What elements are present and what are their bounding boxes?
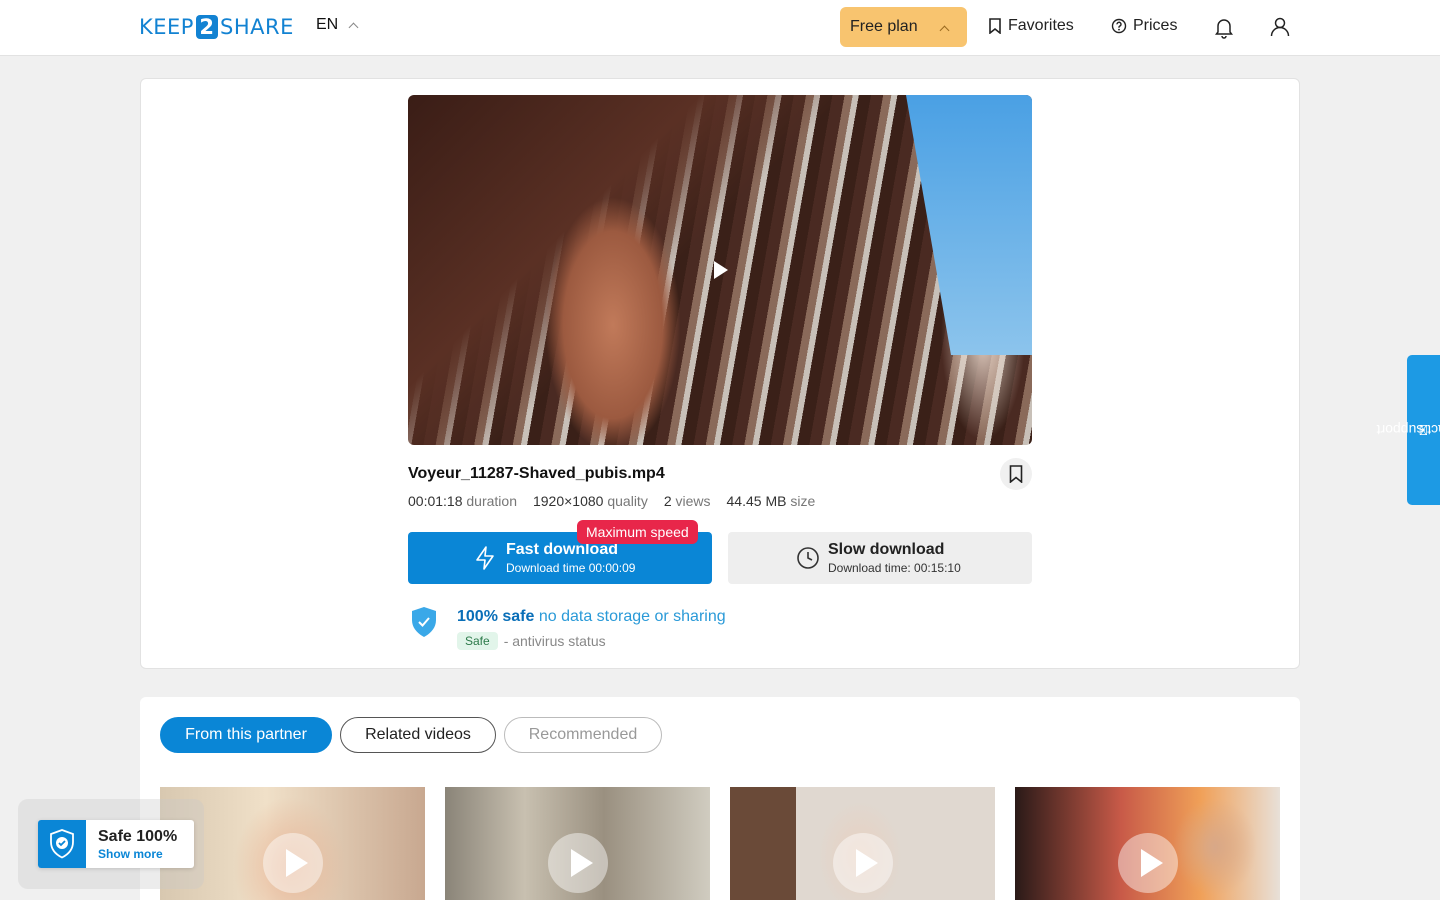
favorites-label: Favorites	[1008, 17, 1074, 34]
video-thumbnail[interactable]	[730, 787, 995, 900]
free-plan-button[interactable]: Free plan	[840, 7, 967, 47]
safety-info: 100% safe no data storage or sharing Saf…	[410, 606, 726, 650]
chevron-up-icon	[348, 22, 359, 32]
safe-subline: no data storage or sharing	[538, 608, 726, 625]
size-label: size	[790, 493, 816, 509]
bell-icon	[1215, 19, 1233, 39]
antivirus-status: Safe - antivirus status	[457, 632, 606, 650]
keep2share-logo[interactable]: KEEP 2 SHARE	[139, 14, 294, 40]
play-circle-icon	[547, 833, 608, 893]
language-label: EN	[316, 16, 339, 33]
safe-badge: Safe	[457, 632, 498, 650]
preview-sky	[906, 95, 1032, 355]
lightning-icon	[476, 546, 494, 570]
meta-quality: 1920×1080 quality	[533, 493, 648, 509]
video-thumbnail[interactable]	[1015, 787, 1280, 900]
antivirus-label: - antivirus status	[503, 633, 606, 649]
language-selector[interactable]: EN	[316, 16, 359, 34]
user-icon	[1270, 17, 1290, 37]
tab-related-videos[interactable]: Related videos	[340, 717, 496, 753]
safe-popup[interactable]: Safe 100% Show more	[38, 820, 194, 868]
duration-value: 00:01:18	[408, 493, 463, 509]
tab-from-this-partner[interactable]: From this partner	[160, 717, 332, 753]
shield-check-icon	[412, 607, 436, 637]
logo-text-right: SHARE	[219, 15, 294, 39]
bookmark-icon	[989, 18, 1001, 34]
bookmark-icon	[1009, 465, 1023, 483]
help-circle-icon	[1111, 18, 1127, 34]
favorites-link[interactable]: Favorites	[988, 17, 1074, 35]
add-to-favorites-button[interactable]	[1000, 458, 1032, 490]
meta-size: 44.45 MB size	[727, 493, 816, 509]
size-value: 44.45 MB	[726, 493, 787, 509]
safety-headline: 100% safe no data storage or sharing	[457, 608, 726, 626]
prices-link[interactable]: Prices	[1111, 17, 1177, 35]
views-value: 2	[663, 493, 672, 509]
slow-download-time: Download time: 00:15:10	[828, 561, 961, 575]
meta-duration: 00:01:18 duration	[408, 493, 517, 509]
file-name: Voyeur_11287-Shaved_pubis.mp4	[408, 465, 665, 482]
clock-icon	[797, 547, 819, 569]
play-circle-icon	[262, 833, 323, 893]
file-meta: 00:01:18 duration 1920×1080 quality 2 vi…	[408, 493, 815, 509]
logo-text-mid: 2	[195, 15, 218, 39]
account-button[interactable]	[1268, 15, 1292, 39]
play-circle-icon	[832, 833, 893, 893]
contact-support-tab[interactable]: ✉ contact support	[1376, 355, 1440, 505]
top-header: KEEP 2 SHARE EN Free plan Favorites Pric…	[0, 0, 1440, 56]
logo-text-left: KEEP	[139, 15, 194, 39]
notifications-button[interactable]	[1212, 15, 1236, 39]
play-circle-icon	[1117, 833, 1178, 893]
play-icon	[714, 261, 728, 279]
shield-check-icon	[38, 820, 86, 868]
video-thumbnail[interactable]	[445, 787, 710, 900]
safe-strong: 100% safe	[457, 608, 535, 625]
tab-recommended[interactable]: Recommended	[504, 717, 662, 753]
support-text: contact support	[1375, 422, 1440, 439]
maximum-speed-badge: Maximum speed	[577, 520, 698, 544]
meta-views: 2 views	[664, 493, 711, 509]
views-label: views	[675, 493, 711, 509]
fast-download-time: Download time 00:00:09	[506, 561, 636, 575]
quality-label: quality	[607, 493, 648, 509]
slow-download-button[interactable]: Slow download Download time: 00:15:10	[728, 532, 1032, 584]
slow-download-title: Slow download	[828, 541, 945, 558]
quality-value: 1920×1080	[532, 493, 604, 509]
video-preview[interactable]	[408, 95, 1032, 445]
show-more-link[interactable]: Show more	[98, 847, 163, 861]
prices-label: Prices	[1133, 17, 1178, 34]
chevron-up-icon	[939, 25, 950, 36]
popup-title: Safe 100%	[98, 828, 178, 845]
support-label: ✉ contact support	[1376, 422, 1440, 438]
duration-label: duration	[466, 493, 517, 509]
plan-label: Free plan	[850, 18, 918, 35]
